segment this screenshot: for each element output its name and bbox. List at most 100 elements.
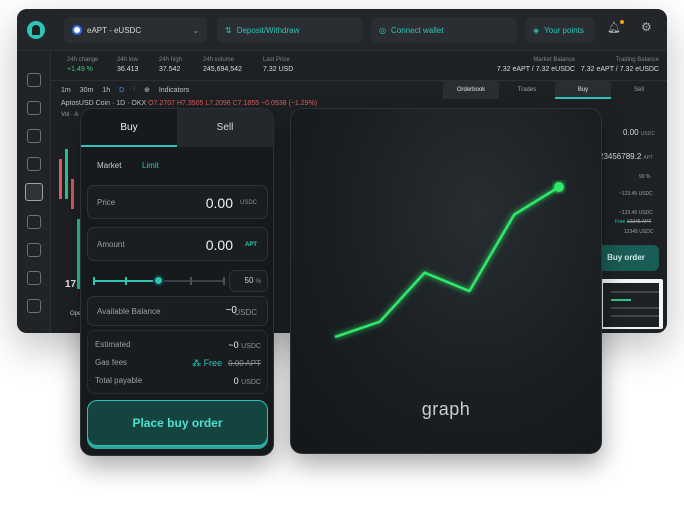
slider-tick[interactable] xyxy=(125,277,127,285)
estimated-row: Estimated ~0 USDC xyxy=(95,340,261,350)
line-end-point xyxy=(554,182,564,192)
percent-unit: % xyxy=(255,279,261,285)
volume-label: Vol · A xyxy=(61,112,79,118)
interval-30m[interactable]: 30m xyxy=(80,87,94,94)
ohlc-values: O7.2707 H7.3505 L7.2096 C7.1855 −0.0938 … xyxy=(148,100,318,107)
right-estimated: ~123.45 USDC xyxy=(619,191,653,197)
price-unit: USDC xyxy=(239,200,257,206)
coin-pair-icon xyxy=(72,25,82,35)
thumb-line xyxy=(611,299,631,301)
tab-sell-right[interactable]: Sell xyxy=(611,81,667,99)
candle xyxy=(71,179,74,209)
slider-tick[interactable] xyxy=(223,277,225,285)
place-buy-order-button[interactable]: Place buy order xyxy=(87,400,268,446)
connect-wallet-button[interactable]: ◎ Connect wallet xyxy=(371,17,517,43)
indicators-button[interactable]: Indicators xyxy=(159,87,189,94)
notification-dot xyxy=(620,20,624,24)
add-icon[interactable]: ⊕ xyxy=(144,86,150,94)
thumbnail-preview xyxy=(599,279,663,329)
stat-24h-low: 24h low 36.413 xyxy=(117,57,139,73)
total-payable-row: Total payable 0 USDC xyxy=(95,376,261,386)
your-points-label: Your points xyxy=(544,25,584,35)
total-payable-label: Total payable xyxy=(95,376,143,385)
chevron-down-icon: ⌄ xyxy=(192,25,199,35)
sidebar xyxy=(17,51,51,333)
order-type-market[interactable]: Market xyxy=(97,161,121,170)
tab-buy[interactable]: Buy xyxy=(81,109,177,147)
deposit-withdraw-button[interactable]: ⇅ Deposit/Withdraw xyxy=(217,17,363,43)
tab-orderbook[interactable]: Orderbook xyxy=(443,81,499,99)
sidebar-icon-6[interactable] xyxy=(27,215,41,229)
gas-fees-label: Gas fees xyxy=(95,358,128,367)
sidebar-icon-3[interactable] xyxy=(27,129,41,143)
market-stats: 24h change +1.49 % 24h low 36.413 24h high… xyxy=(51,51,667,81)
amount-slider[interactable] xyxy=(93,275,225,286)
top-bar: eAPT - eUSDC ⌄ ⇅ Deposit/Withdraw ◎ Conn… xyxy=(17,9,667,51)
sidebar-icon-8[interactable] xyxy=(27,271,41,285)
right-price-value: 0.00 USDC xyxy=(623,128,655,137)
sidebar-icon-7[interactable] xyxy=(27,243,41,257)
interval-1h[interactable]: 1h xyxy=(102,87,110,94)
points-icon: ◈ xyxy=(533,25,540,35)
gas-fees-row: Gas fees ⁂ Free 0.00 APT xyxy=(95,358,261,368)
graph-label: graph xyxy=(421,399,471,419)
sidebar-icon-trade[interactable] xyxy=(25,183,43,201)
sidebar-icon-4[interactable] xyxy=(27,157,41,171)
your-points-button[interactable]: ◈ Your points xyxy=(525,17,595,43)
slider-tick[interactable] xyxy=(190,277,192,285)
interval-1m[interactable]: 1m xyxy=(61,87,71,94)
price-value[interactable]: 0.00 xyxy=(206,195,233,211)
stat-last-price: Last Price 7.32 USD xyxy=(263,57,294,73)
stat-market-balance: Market Balance 7.32 eAPT / 7.32 eUSDC xyxy=(496,57,575,73)
estimated-label: Estimated xyxy=(95,340,131,349)
right-amount-value: 23456789.2 APT xyxy=(599,152,654,161)
thumb-line xyxy=(611,307,659,309)
interval-d[interactable]: D xyxy=(119,87,124,94)
available-balance-box: Available Balance ~0 USDC xyxy=(87,296,268,326)
gear-icon[interactable]: ⚙ xyxy=(641,20,652,34)
candle-type-icon[interactable]: ⫶ xyxy=(133,86,135,94)
sidebar-icon-1[interactable] xyxy=(27,73,41,87)
sidebar-icon-9[interactable] xyxy=(27,299,41,313)
thumb-line xyxy=(611,315,659,317)
pair-label: eAPT - eUSDC xyxy=(87,25,142,35)
stat-24h-change: 24h change +1.49 % xyxy=(67,57,99,73)
percent-input[interactable]: 50 % xyxy=(229,270,268,292)
symbol-line: AptosUSD Coin · 1D · OKX O7.2707 H7.3505… xyxy=(61,100,317,107)
right-buy-order-button[interactable]: Buy order xyxy=(593,245,659,271)
bell-icon[interactable]: 🔔︎ xyxy=(607,21,621,37)
order-type-limit[interactable]: Limit xyxy=(142,161,159,170)
estimated-value: ~0 USDC xyxy=(228,340,261,350)
slider-handle[interactable] xyxy=(153,275,164,286)
buy-sell-tabs: Buy Sell xyxy=(81,109,273,147)
right-total: 12345 USDC xyxy=(624,229,654,235)
tab-sell[interactable]: Sell xyxy=(177,109,273,147)
candle xyxy=(65,149,68,199)
stat-24h-high: 24h high 37.542 xyxy=(159,57,183,73)
available-balance-label: Available Balance xyxy=(97,307,161,316)
tab-trades[interactable]: Trades xyxy=(499,81,555,99)
swap-arrows-icon: ⇅ xyxy=(225,25,232,35)
total-payable-value: 0 USDC xyxy=(233,376,261,386)
amount-unit: APT xyxy=(245,242,257,248)
amount-label: Amount xyxy=(97,240,125,249)
amount-value[interactable]: 0.00 xyxy=(206,237,233,253)
stat-24h-volume: 24h volume 245,694,542 xyxy=(203,57,242,73)
pair-selector[interactable]: eAPT - eUSDC ⌄ xyxy=(64,17,207,43)
slider-tick[interactable] xyxy=(93,277,95,285)
right-tabs: Orderbook Trades Buy Sell xyxy=(443,81,667,99)
amount-field[interactable]: Amount 0.00 APT xyxy=(87,227,268,261)
price-label: Price xyxy=(97,198,116,207)
graph-card: graph xyxy=(290,108,602,454)
price-field[interactable]: Price 0.00 USDC xyxy=(87,185,268,219)
connect-wallet-label: Connect wallet xyxy=(390,25,444,35)
tab-buy-right[interactable]: Buy xyxy=(555,81,611,99)
sidebar-icon-2[interactable] xyxy=(27,101,41,115)
sparkle-icon: ⁂ xyxy=(192,358,202,368)
stat-trading-balance: Trading Balance 7.32 eAPT / 7.32 eUSDC xyxy=(580,57,659,73)
app-logo xyxy=(27,21,45,39)
buy-order-card: Buy Sell Market Limit Price 0.00 USDC Am… xyxy=(80,108,274,456)
gas-fees-value: ⁂ Free 0.00 APT xyxy=(192,358,261,368)
right-percent: 90 % xyxy=(639,174,651,180)
thumb-line xyxy=(611,291,659,293)
